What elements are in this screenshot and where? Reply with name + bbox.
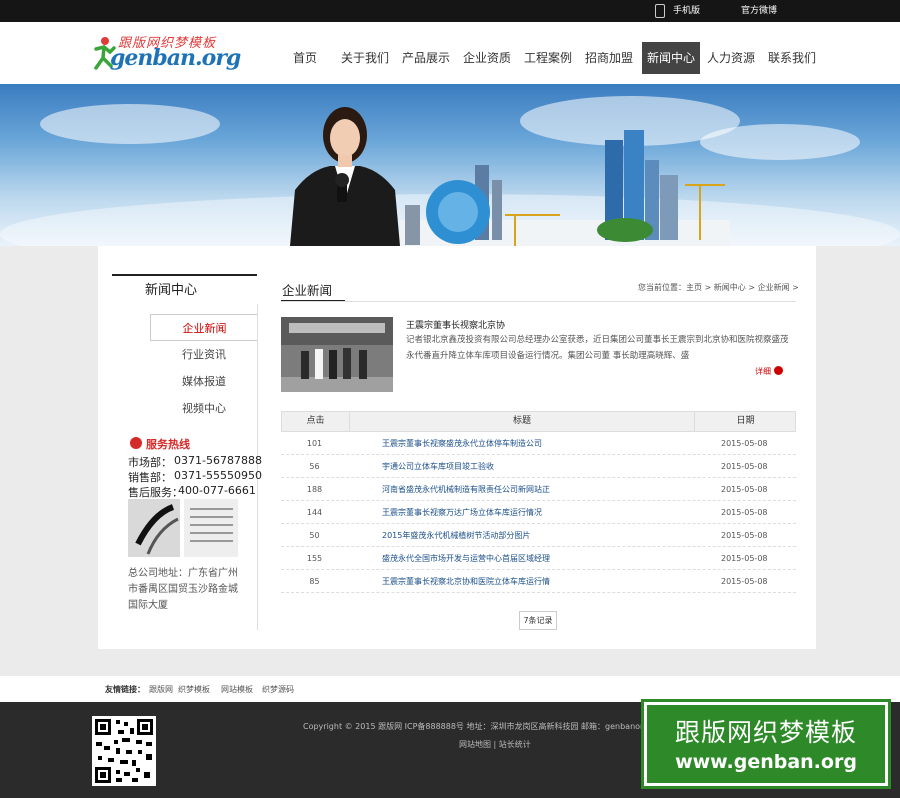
site-logo[interactable]: 跟版网织梦模板 genban.org (92, 32, 241, 76)
featured-news-title[interactable]: 王震宗董事长视察北京协 (406, 318, 505, 331)
friend-link-dede-template[interactable]: 织梦模板 (178, 684, 210, 695)
nav-item-contact[interactable]: 联系我们 (765, 42, 819, 74)
table-row[interactable]: 155 盛茂永代全国市场开发与运营中心首届区域经理 2015-05-08 (281, 547, 796, 570)
friend-link-site-template[interactable]: 网站模板 (221, 684, 253, 695)
featured-news-summary: 记者银北京鑫茂投资有限公司总经理办公室获悉，近日集团公司董事长王震宗到北京协和医… (406, 335, 789, 361)
hotline-title: 服务热线 (146, 438, 190, 451)
header-date: 日期 (736, 416, 755, 426)
nav-item-about[interactable]: 关于我们 (338, 42, 392, 74)
nav-item-products[interactable]: 产品展示 (399, 42, 453, 74)
company-address: 总公司地址：广东省广州市番禺区国贸玉沙路金城国际大厦 (128, 568, 238, 611)
logo-en-text: genban.org (110, 45, 241, 71)
header-clicks: 点击 (306, 416, 325, 426)
sidebar-item-video-center[interactable]: 视频中心 (150, 395, 258, 422)
table-row[interactable]: 85 王震宗董事长视察北京协和医院立体车库运行情 2015-05-08 (281, 570, 796, 593)
genban-watermark: 跟版网织梦模板 www.genban.org (644, 702, 888, 786)
qr-code-icon (92, 716, 156, 786)
nav-item-qualification[interactable]: 企业资质 (460, 42, 514, 74)
sidebar-item-industry-news[interactable]: 行业资讯 (150, 341, 258, 368)
table-row[interactable]: 144 王震宗董事长视察万达广场立体车库运行情况 2015-05-08 (281, 501, 796, 524)
table-header: 点击 标题 日期 (281, 411, 796, 432)
official-weibo-link[interactable]: 官方微博 (741, 0, 777, 22)
nav-item-franchise[interactable]: 招商加盟 (582, 42, 636, 74)
mobile-phone-icon (655, 4, 665, 18)
mobile-version-link[interactable]: 手机版 (673, 0, 700, 22)
sidebar-title: 新闻中心 (112, 274, 257, 304)
friend-links-label: 友情链接： (105, 685, 145, 694)
watermark-url-text: www.genban.org (675, 751, 857, 773)
sidebar-item-company-news[interactable]: 企业新闻 (150, 314, 258, 341)
nav-item-cases[interactable]: 工程案例 (521, 42, 575, 74)
friend-links-bar: 友情链接： 跟版网 织梦模板 网站模板 织梦源码 (0, 676, 900, 702)
header-title: 标题 (512, 416, 531, 426)
sidebar-item-media-reports[interactable]: 媒体报道 (150, 368, 258, 395)
breadcrumb: 您当前位置：主页 > 新闻中心 > 企业新闻 > (638, 283, 799, 292)
nav-item-home[interactable]: 首页 (283, 42, 327, 74)
section-title: 企业新闻 (281, 280, 345, 302)
copyright-text: Copyright © 2015 跟版网 ICP备888888号 地址：深圳市龙… (303, 722, 649, 731)
spokeswoman-image (290, 107, 400, 246)
sidebar-thumbnail-image (128, 499, 238, 557)
contact-sales: 销售部： 0371-55550950 (128, 469, 262, 484)
top-bar: 手机版 官方微博 (0, 0, 900, 22)
section-title-line (281, 301, 796, 302)
table-row[interactable]: 188 河南省盛茂永代机械制造有限责任公司新网站正 2015-05-08 (281, 478, 796, 501)
contact-aftersales: 售后服务： 400-077-6661 (128, 484, 256, 499)
contact-market: 市场部： 0371-56787888 (128, 454, 262, 469)
nav-item-hr[interactable]: 人力资源 (704, 42, 758, 74)
arrow-right-icon[interactable] (774, 366, 783, 375)
friend-link-genban[interactable]: 跟版网 (149, 684, 173, 695)
featured-news-image[interactable] (281, 317, 393, 392)
nav-item-news[interactable]: 新闻中心 (642, 42, 700, 74)
friend-link-dede-source[interactable]: 织梦源码 (262, 684, 294, 695)
pagination-count: 7条记录 (519, 611, 557, 630)
city-skyline-image (400, 130, 730, 246)
table-row[interactable]: 50 2015年盛茂永代机械植树节活动部分图片 2015-05-08 (281, 524, 796, 547)
footer-links[interactable]: 网站地图 | 站长统计 (459, 739, 531, 750)
table-row[interactable]: 101 王震宗董事长视察盛茂永代立体停车制造公司 2015-05-08 (281, 432, 796, 455)
table-row[interactable]: 56 宇通公司立体车库项目竣工验收 2015-05-08 (281, 455, 796, 478)
featured-more-link[interactable]: 详细 (755, 366, 771, 377)
phone-icon (130, 437, 142, 449)
watermark-cn-text: 跟版网织梦模板 (674, 718, 857, 747)
sidebar-divider (257, 304, 258, 630)
